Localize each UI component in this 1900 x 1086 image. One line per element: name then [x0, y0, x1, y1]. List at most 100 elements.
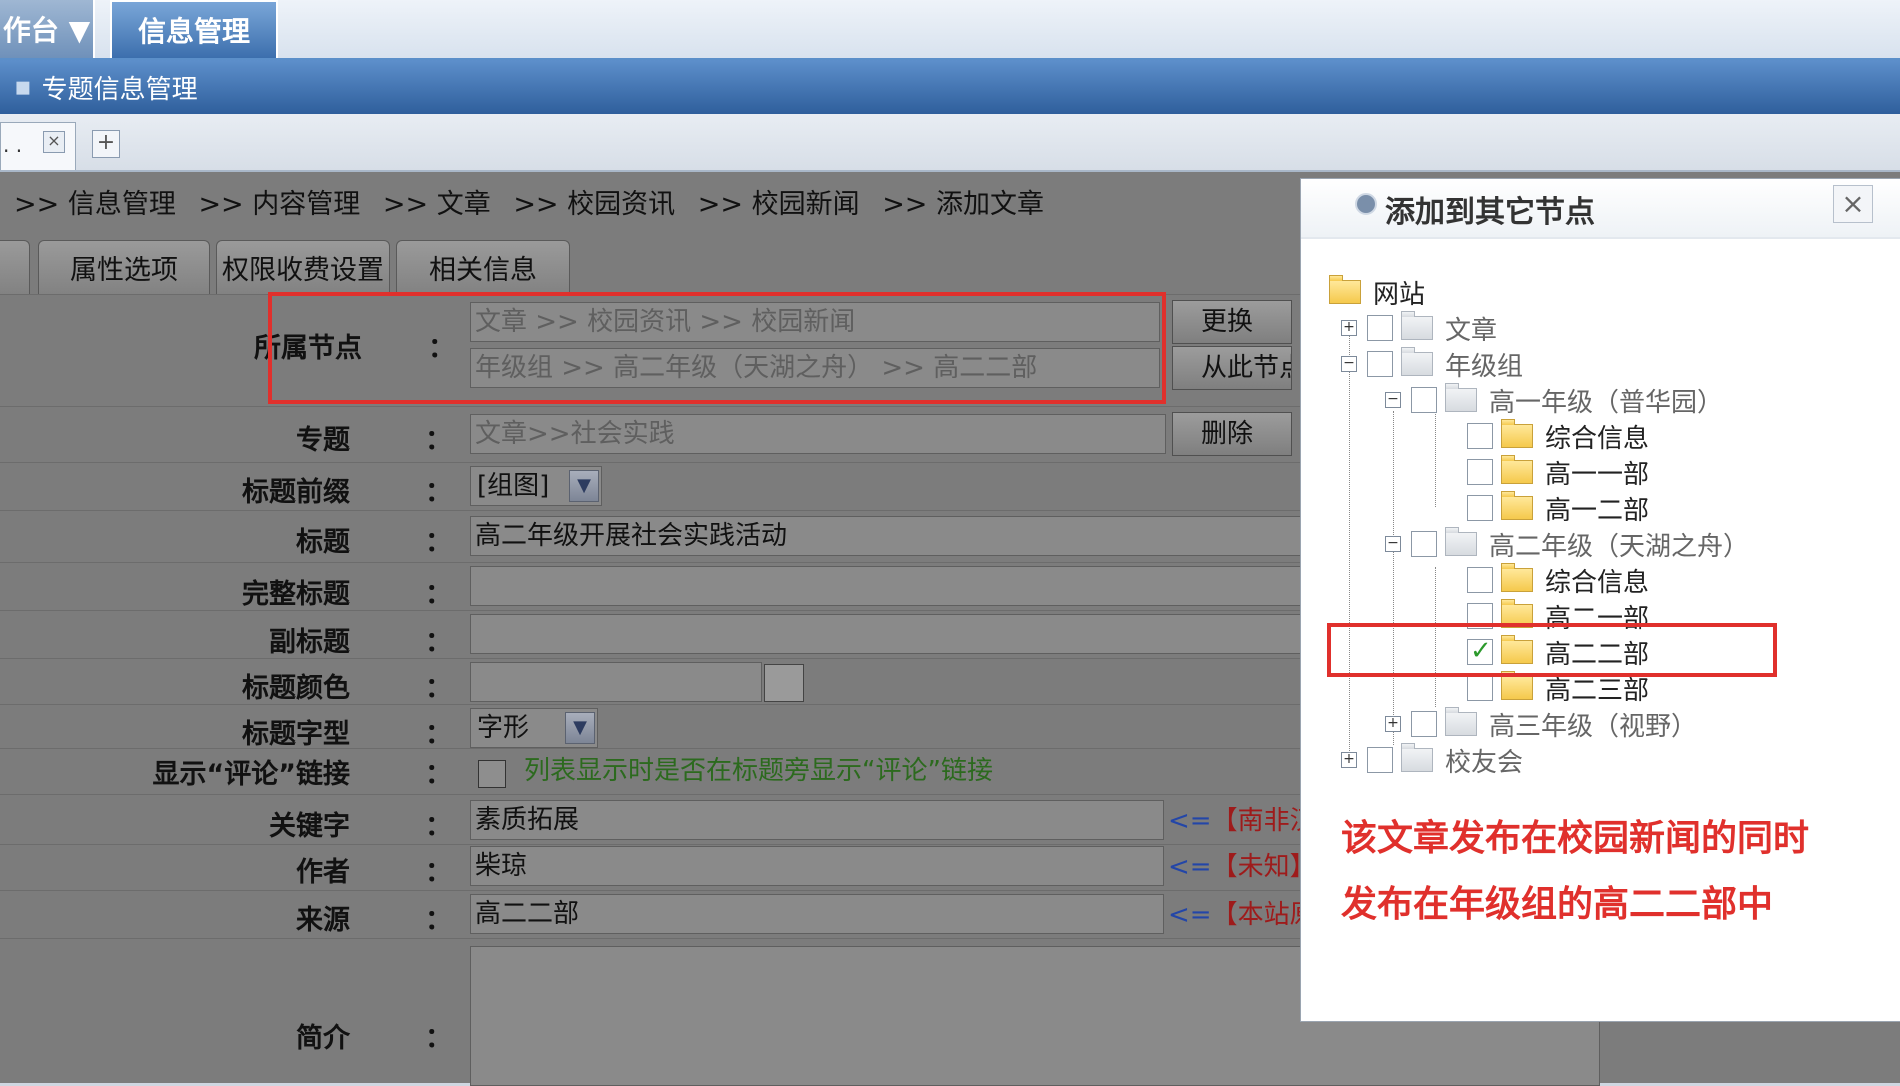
- page-tab[interactable]: . . ×: [0, 122, 76, 170]
- breadcrumb-item[interactable]: >> 文章: [383, 189, 491, 220]
- change-node-button[interactable]: 更换: [1172, 300, 1292, 344]
- author-field[interactable]: 柴琼: [470, 846, 1164, 886]
- tree-checkbox[interactable]: [1411, 531, 1437, 557]
- tree-checkbox[interactable]: [1467, 567, 1493, 593]
- tree-node-g1-item[interactable]: 高一一部: [1467, 455, 1650, 490]
- tree-node-grade-group[interactable]: − 年级组: [1341, 347, 1523, 382]
- comment-link-label: 显示“评论”链接: [152, 759, 351, 790]
- folder-icon: [1501, 419, 1533, 448]
- tree-node-g1-item[interactable]: 高一二部: [1467, 491, 1649, 526]
- colon: ：: [425, 627, 452, 658]
- tree-node-alumni[interactable]: + 校友会: [1341, 743, 1524, 778]
- tree-node-g2-item[interactable]: 综合信息: [1467, 563, 1649, 598]
- tree-node-article[interactable]: + 文章: [1341, 311, 1497, 346]
- tree-checkbox[interactable]: [1467, 459, 1493, 485]
- breadcrumb-item[interactable]: >> 校园新闻: [698, 189, 860, 220]
- colon: ：: [425, 425, 452, 456]
- title-color-label: 标题颜色: [242, 673, 350, 704]
- folder-open-icon: [1445, 383, 1477, 412]
- tree-node-grade1[interactable]: − 高一年级（普华园）: [1385, 383, 1723, 418]
- tab-basic[interactable]: [0, 240, 30, 294]
- colon: ：: [425, 1023, 452, 1054]
- row-divider: [0, 844, 1330, 845]
- collapse-icon[interactable]: −: [1341, 356, 1357, 372]
- folder-icon: [1401, 743, 1433, 772]
- full-title-label: 完整标题: [242, 579, 350, 610]
- tree-checkbox[interactable]: [1367, 747, 1393, 773]
- tree-node-grade2[interactable]: − 高二年级（天湖之舟）: [1385, 527, 1749, 562]
- tree-node-label: 网站: [1373, 279, 1426, 310]
- row-divider: [0, 610, 1330, 611]
- breadcrumb-item[interactable]: >> 内容管理: [198, 189, 360, 220]
- expand-icon[interactable]: +: [1341, 752, 1357, 768]
- prefix-select-value: [组图]: [477, 471, 550, 501]
- folder-open-icon: [1445, 527, 1477, 556]
- colon: ：: [425, 759, 452, 790]
- folder-icon: [1501, 455, 1533, 484]
- tree-node-label: 高三年级（视野）: [1489, 711, 1698, 742]
- folder-icon: [1501, 671, 1533, 700]
- colon: ：: [425, 673, 452, 704]
- title-field[interactable]: 高二年级开展社会实践活动: [470, 516, 1330, 556]
- chevron-down-icon[interactable]: ▼: [565, 712, 595, 744]
- row-divider: [0, 890, 1330, 891]
- color-picker-icon[interactable]: [764, 664, 804, 702]
- tab-workbench[interactable]: 作台 ▼: [0, 0, 95, 58]
- from-node-button[interactable]: 从此节点: [1172, 346, 1292, 390]
- title-font-label: 标题字型: [242, 719, 350, 750]
- keyword-field[interactable]: 素质拓展: [470, 800, 1164, 840]
- comment-link-checkbox[interactable]: [478, 760, 506, 788]
- keyword-hint[interactable]: <=【南非汉: [1168, 800, 1316, 837]
- title-color-field[interactable]: [470, 662, 762, 702]
- source-hint[interactable]: <=【本站原: [1168, 894, 1316, 931]
- close-icon[interactable]: ×: [43, 131, 65, 153]
- tree-node-root[interactable]: 网站: [1329, 275, 1426, 310]
- tree-checkbox[interactable]: [1467, 675, 1493, 701]
- subtitle-label: 副标题: [269, 627, 350, 658]
- expand-icon[interactable]: +: [1385, 716, 1401, 732]
- add-tab-icon[interactable]: +: [92, 130, 120, 158]
- tree-checkbox[interactable]: [1367, 351, 1393, 377]
- tab-properties[interactable]: 属性选项: [38, 240, 210, 294]
- author-hint[interactable]: <=【未知】: [1168, 846, 1316, 883]
- breadcrumb-item[interactable]: >> 校园资讯: [513, 189, 675, 220]
- section-header: ▪ 专题信息管理: [0, 60, 1900, 114]
- colon: ：: [425, 905, 452, 936]
- tab-related-info[interactable]: 相关信息: [396, 240, 570, 294]
- row-divider: [0, 748, 1330, 749]
- tree-node-grade3[interactable]: + 高三年级（视野）: [1385, 707, 1698, 742]
- tree-node-label: 高一一部: [1545, 459, 1650, 490]
- breadcrumb-item[interactable]: >> 信息管理: [14, 189, 176, 220]
- tree-checkbox[interactable]: [1467, 495, 1493, 521]
- row-divider: [0, 510, 1330, 511]
- topic-field[interactable]: 文章>>社会实践: [470, 414, 1166, 454]
- source-field[interactable]: 高二二部: [470, 894, 1164, 934]
- prefix-select[interactable]: [组图] ▼: [470, 466, 602, 506]
- close-icon[interactable]: ×: [1833, 185, 1873, 223]
- tree-checkbox[interactable]: [1411, 711, 1437, 737]
- tree-checkbox[interactable]: [1467, 423, 1493, 449]
- tab-info-management[interactable]: 信息管理: [110, 0, 278, 58]
- intro-label: 简介: [296, 1023, 350, 1054]
- breadcrumb: >> 信息管理 >> 内容管理 >> 文章 >> 校园资讯 >> 校园新闻 >>…: [14, 182, 1058, 221]
- expand-icon[interactable]: +: [1341, 320, 1357, 336]
- delete-button[interactable]: 删除: [1172, 412, 1292, 456]
- full-title-field[interactable]: [470, 566, 1330, 606]
- tab-permission-fee[interactable]: 权限收费设置: [216, 240, 390, 294]
- colon: ：: [425, 477, 452, 508]
- breadcrumb-item[interactable]: >> 添加文章: [882, 189, 1044, 220]
- tree-node-label: 校友会: [1445, 747, 1524, 778]
- title-font-select[interactable]: 字形 ▼: [470, 708, 598, 748]
- collapse-icon[interactable]: −: [1385, 392, 1401, 408]
- folder-icon: [1501, 563, 1533, 592]
- top-tab-bar: 作台 ▼ 信息管理: [0, 0, 1900, 60]
- tree-node-g1-item[interactable]: 综合信息: [1467, 419, 1649, 454]
- subtitle-field[interactable]: [470, 614, 1330, 654]
- chevron-down-icon[interactable]: ▼: [569, 470, 599, 502]
- collapse-icon[interactable]: −: [1385, 536, 1401, 552]
- colon: ：: [425, 857, 452, 888]
- title-font-value: 字形: [477, 713, 530, 743]
- tree-checkbox[interactable]: [1411, 387, 1437, 413]
- tree-checkbox[interactable]: [1367, 315, 1393, 341]
- folder-icon: [1445, 707, 1477, 736]
